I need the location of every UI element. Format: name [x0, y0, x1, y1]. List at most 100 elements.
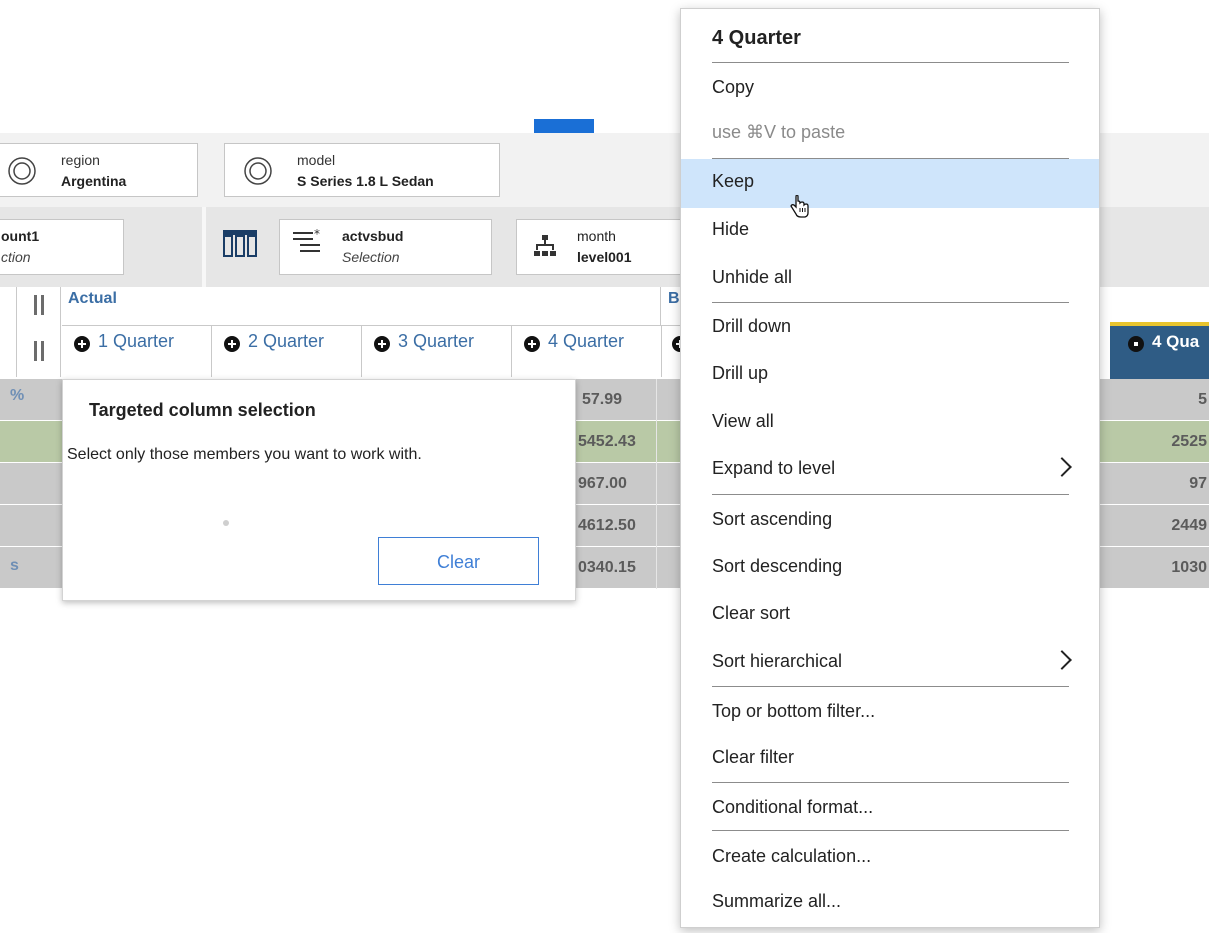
- edge-tile-name: ount1: [1, 228, 40, 244]
- loading-dot-icon: [223, 520, 229, 526]
- svg-text:*: *: [314, 228, 320, 241]
- edge-separator: [202, 207, 206, 287]
- menu-divider: [712, 62, 1069, 63]
- menu-item-clear-sort[interactable]: Clear sort: [681, 591, 1099, 638]
- column-header-budget-partial[interactable]: [662, 325, 688, 377]
- cell-value[interactable]: 0340.15: [578, 559, 636, 577]
- group-header-budget[interactable]: B: [668, 290, 680, 308]
- menu-item-top-or-bottom-filter[interactable]: Top or bottom filter...: [681, 689, 1099, 736]
- menu-title: 4 Quarter: [712, 27, 801, 49]
- cell-value[interactable]: 967.00: [578, 475, 627, 493]
- column-header-label: 2 Quarter: [248, 331, 325, 351]
- chevron-right-icon: [1052, 650, 1072, 670]
- menu-item-summarize-all[interactable]: Summarize all...: [681, 879, 1099, 926]
- expand-icon[interactable]: [224, 336, 240, 352]
- hierarchy-icon: [534, 235, 556, 256]
- menu-item-label: Clear sort: [712, 603, 791, 623]
- cell-value: 97: [1189, 475, 1207, 492]
- menu-item-drill-up[interactable]: Drill up: [681, 351, 1099, 398]
- menu-item-expand-to-level[interactable]: Expand to level: [681, 446, 1099, 493]
- menu-item-label: Clear filter: [712, 747, 795, 767]
- cell-value: 5: [1198, 391, 1207, 408]
- column-header-label: 1 Quarter: [98, 331, 175, 351]
- table-cell[interactable]: 97: [1110, 463, 1209, 505]
- column-header-label: 3 Quarter: [398, 331, 475, 351]
- edge-tile-name: month: [577, 228, 616, 244]
- edge-tile-month[interactable]: month level001: [516, 219, 686, 275]
- context-filter-region[interactable]: region Argentina: [0, 143, 198, 197]
- columns-icon[interactable]: [222, 229, 258, 257]
- member-circle-icon: [244, 157, 272, 185]
- menu-item-sort-descending[interactable]: Sort descending: [681, 544, 1099, 591]
- selection-list-icon: *: [293, 228, 320, 252]
- table-cell[interactable]: 5: [1110, 379, 1209, 421]
- table-cell[interactable]: 2449: [1110, 505, 1209, 547]
- menu-item-label: Expand to level: [712, 458, 836, 478]
- menu-item-label: Summarize all...: [712, 891, 842, 911]
- menu-item-label: Keep: [712, 171, 755, 191]
- expand-icon[interactable]: [74, 336, 90, 352]
- menu-item-label: Conditional format...: [712, 797, 874, 817]
- context-menu: 4 Quarter Copy use ⌘V to paste Keep Hide…: [680, 8, 1100, 928]
- menu-divider: [712, 302, 1069, 303]
- menu-item-label: Sort descending: [712, 556, 843, 576]
- menu-item-label: Drill up: [712, 363, 769, 383]
- table-cell[interactable]: 2525: [1110, 421, 1209, 463]
- targeted-selection-popover: Targeted column selection Select only th…: [62, 379, 576, 601]
- context-filter-label: model: [297, 152, 336, 168]
- row-label: s: [10, 557, 19, 574]
- menu-item-label: use ⌘V to paste: [712, 122, 846, 142]
- group-header-actual[interactable]: Actual: [68, 290, 117, 308]
- menu-item-drill-down[interactable]: Drill down: [681, 304, 1099, 351]
- menu-divider: [712, 782, 1069, 783]
- expand-icon[interactable]: [374, 336, 390, 352]
- column-header-4-quarter-selected[interactable]: 4 Qua: [1110, 322, 1209, 379]
- cell-value[interactable]: 4612.50: [578, 517, 636, 535]
- menu-item-label: Top or bottom filter...: [712, 701, 876, 721]
- edge-tile-type: ction: [1, 249, 31, 265]
- cell-value[interactable]: 57.99: [582, 391, 622, 409]
- cell-value: 2525: [1171, 433, 1207, 450]
- menu-item-create-calculation[interactable]: Create calculation...: [681, 834, 1099, 881]
- column-header-3-quarter[interactable]: 3 Quarter: [362, 325, 512, 377]
- menu-item-view-all[interactable]: View all: [681, 399, 1099, 446]
- column-header-label: 4 Qua: [1152, 332, 1200, 351]
- edge-tile-actvsbud[interactable]: * actvsbud Selection: [279, 219, 492, 275]
- column-header-4-quarter[interactable]: 4 Quarter: [512, 325, 662, 377]
- cell-value: 2449: [1171, 517, 1207, 534]
- edge-tile-type: Selection: [342, 249, 400, 265]
- edge-tile-measure[interactable]: ount1 ction: [0, 219, 124, 275]
- menu-item-sort-hierarchical[interactable]: Sort hierarchical: [681, 639, 1099, 686]
- context-filter-value: Argentina: [61, 173, 127, 189]
- context-filter-label: region: [61, 152, 100, 168]
- menu-item-paste-hint: use ⌘V to paste: [681, 110, 1099, 157]
- menu-item-conditional-format[interactable]: Conditional format...: [681, 785, 1099, 832]
- menu-item-label: Sort ascending: [712, 509, 833, 529]
- menu-item-keep[interactable]: Keep: [681, 159, 1099, 218]
- clear-button[interactable]: Clear: [378, 537, 539, 585]
- table-cell[interactable]: 1030: [1110, 547, 1209, 589]
- column-drag-handle[interactable]: [32, 341, 46, 361]
- menu-item-label: Sort hierarchical: [712, 651, 843, 671]
- menu-divider: [712, 830, 1069, 831]
- menu-item-label: Hide: [712, 219, 750, 239]
- cell-value[interactable]: 5452.43: [578, 433, 636, 451]
- chevron-right-icon: [1052, 457, 1072, 477]
- menu-item-unhide-all[interactable]: Unhide all: [681, 255, 1099, 302]
- column-header-2-quarter[interactable]: 2 Quarter: [212, 325, 362, 377]
- menu-item-hide[interactable]: Hide: [681, 207, 1099, 254]
- menu-item-clear-filter[interactable]: Clear filter: [681, 735, 1099, 782]
- menu-item-label: Copy: [712, 77, 755, 97]
- popover-description: Select only those members you want to wo…: [67, 446, 422, 463]
- edge-tile-name: actvsbud: [342, 228, 404, 244]
- context-filter-model[interactable]: model S Series 1.8 L Sedan: [224, 143, 500, 197]
- menu-item-label: Unhide all: [712, 267, 793, 287]
- column-header-1-quarter[interactable]: 1 Quarter: [62, 325, 212, 377]
- menu-item-copy[interactable]: Copy: [681, 65, 1099, 112]
- expand-icon[interactable]: [524, 336, 540, 352]
- row-drag-handle[interactable]: [32, 295, 46, 315]
- row-label: %: [10, 387, 25, 404]
- edge-tile-level: level001: [577, 249, 632, 265]
- menu-divider: [712, 686, 1069, 687]
- menu-item-sort-ascending[interactable]: Sort ascending: [681, 497, 1099, 544]
